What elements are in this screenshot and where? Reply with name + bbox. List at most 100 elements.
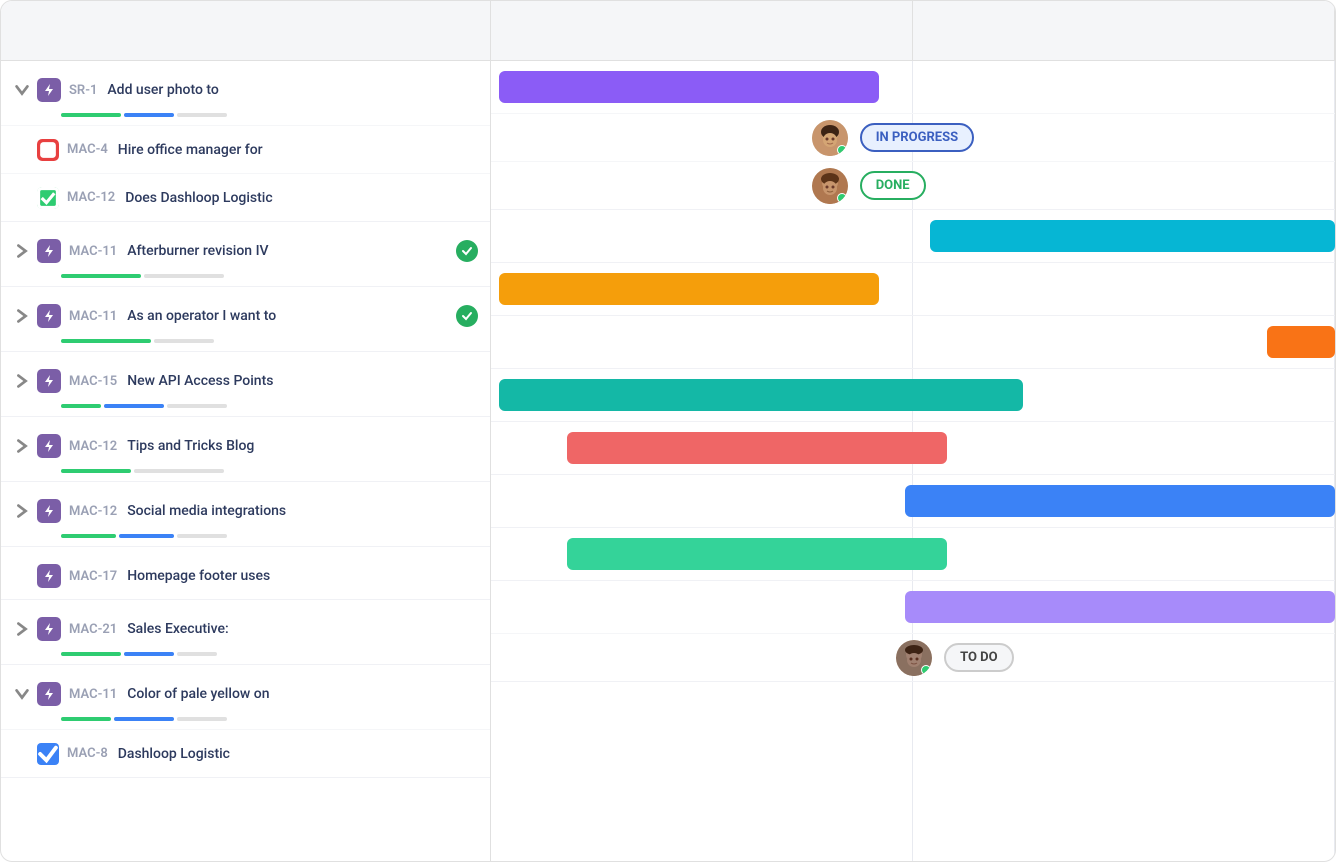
avatar-online-dot <box>837 145 847 155</box>
timeline-row-group <box>491 528 1335 581</box>
progress-segment <box>124 113 174 117</box>
expand-button-placeholder <box>13 567 31 585</box>
gantt-bar[interactable] <box>499 71 879 103</box>
epic-id: MAC-12 <box>69 504 117 519</box>
progress-segment <box>154 339 214 343</box>
epic-row: MAC-11As an operator I want to <box>1 287 490 352</box>
epic-id: MAC-15 <box>69 374 117 389</box>
gantt-bar[interactable] <box>905 485 1335 517</box>
timeline-row <box>491 61 1335 113</box>
timeline-sub-row: DONE <box>491 161 1335 209</box>
epic-row-main: MAC-17Homepage footer uses <box>1 547 490 599</box>
header-months <box>491 1 1335 60</box>
timeline-rows: IN PROGRESS DONE TO DO <box>491 61 1335 682</box>
timeline-area: IN PROGRESS DONE TO DO <box>491 61 1335 861</box>
progress-segment <box>61 469 131 473</box>
epic-title: Tips and Tricks Blog <box>127 438 478 454</box>
timeline-row-group: IN PROGRESS DONE <box>491 61 1335 210</box>
progress-bar <box>1 339 490 351</box>
epic-row: MAC-12Tips and Tricks Blog <box>1 417 490 482</box>
progress-segment <box>104 404 164 408</box>
expand-button[interactable] <box>13 437 31 455</box>
gantt-bar[interactable] <box>499 379 1022 411</box>
epic-row-main: MAC-12Tips and Tricks Blog <box>1 417 490 469</box>
sub-epic-id: MAC-4 <box>67 142 108 157</box>
progress-bar <box>1 652 490 664</box>
epic-icon <box>37 682 61 706</box>
epic-title: As an operator I want to <box>127 308 448 324</box>
progress-segment <box>61 534 116 538</box>
gantt-body: SR-1Add user photo toMAC-4Hire office ma… <box>1 61 1335 861</box>
status-badge: TO DO <box>944 643 1013 672</box>
timeline-row-group <box>491 210 1335 263</box>
epic-title: New API Access Points <box>127 373 478 389</box>
progress-bar <box>1 113 490 125</box>
gantt-bar[interactable] <box>567 538 947 570</box>
expand-button[interactable] <box>13 502 31 520</box>
epic-id: MAC-11 <box>69 244 117 259</box>
timeline-sub-row: IN PROGRESS <box>491 113 1335 161</box>
epic-icon <box>37 239 61 263</box>
epic-title: Add user photo to <box>107 82 478 98</box>
progress-segment <box>119 534 174 538</box>
gantt-bar[interactable] <box>930 220 1335 252</box>
epic-title: Sales Executive: <box>127 621 478 637</box>
timeline-row <box>491 210 1335 262</box>
timeline-row-group <box>491 369 1335 422</box>
progress-segment <box>61 113 121 117</box>
timeline-row <box>491 369 1335 421</box>
gantt-header <box>1 1 1335 61</box>
progress-segment <box>61 652 121 656</box>
timeline-row-group <box>491 263 1335 316</box>
sub-row: MAC-4 Hire office manager for <box>1 125 490 173</box>
gantt-bar[interactable] <box>1267 326 1335 358</box>
timeline-row <box>491 263 1335 315</box>
sub-epic-title: Hire office manager for <box>118 142 478 158</box>
epic-icon <box>37 369 61 393</box>
epic-icon <box>37 434 61 458</box>
epic-icon <box>37 304 61 328</box>
epic-row: MAC-15 New API Access Points <box>1 352 490 417</box>
epic-row-main: MAC-21Sales Executive: <box>1 600 490 652</box>
header-epic-col <box>1 1 491 60</box>
progress-segment <box>134 469 224 473</box>
epic-row: MAC-21Sales Executive: <box>1 600 490 665</box>
progress-segment <box>114 717 174 721</box>
progress-segment <box>61 274 141 278</box>
sub-row: MAC-12Does Dashloop Logistic <box>1 173 490 221</box>
timeline-row <box>491 475 1335 527</box>
status-badge: IN PROGRESS <box>860 123 974 152</box>
progress-bar <box>1 469 490 481</box>
epic-icon <box>37 187 59 209</box>
sub-timeline-content: TO DO <box>896 640 1013 676</box>
avatar <box>812 168 848 204</box>
expand-button[interactable] <box>13 685 31 703</box>
epic-list: SR-1Add user photo toMAC-4Hire office ma… <box>1 61 491 861</box>
sub-row: MAC-8 Dashloop Logistic <box>1 729 490 777</box>
progress-bar <box>1 274 490 286</box>
sub-epic-id: MAC-8 <box>67 746 108 761</box>
gantt-bar[interactable] <box>905 591 1335 623</box>
expand-button[interactable] <box>13 242 31 260</box>
expand-button[interactable] <box>13 372 31 390</box>
epic-row-main: MAC-12Social media integrations <box>1 482 490 534</box>
gantt-bar[interactable] <box>567 432 947 464</box>
epic-row-main: MAC-11 Afterburner revision IV <box>1 222 490 274</box>
check-icon <box>456 240 478 262</box>
sub-epic-title: Dashloop Logistic <box>118 746 478 762</box>
gantt-bar[interactable] <box>499 273 879 305</box>
epic-row: SR-1Add user photo toMAC-4Hire office ma… <box>1 61 490 222</box>
expand-button[interactable] <box>13 81 31 99</box>
epic-title: Homepage footer uses <box>127 568 478 584</box>
epic-icon <box>37 139 59 161</box>
expand-button[interactable] <box>13 307 31 325</box>
epic-row-main: MAC-15 New API Access Points <box>1 352 490 404</box>
epic-id: MAC-11 <box>69 687 117 702</box>
sub-epic-title: Does Dashloop Logistic <box>125 190 478 206</box>
epic-row: MAC-12Social media integrations <box>1 482 490 547</box>
expand-button[interactable] <box>13 620 31 638</box>
epic-title: Afterburner revision IV <box>127 243 448 259</box>
progress-segment <box>61 717 111 721</box>
epic-row: MAC-11 Afterburner revision IV <box>1 222 490 287</box>
gantt-chart: SR-1Add user photo toMAC-4Hire office ma… <box>0 0 1336 862</box>
